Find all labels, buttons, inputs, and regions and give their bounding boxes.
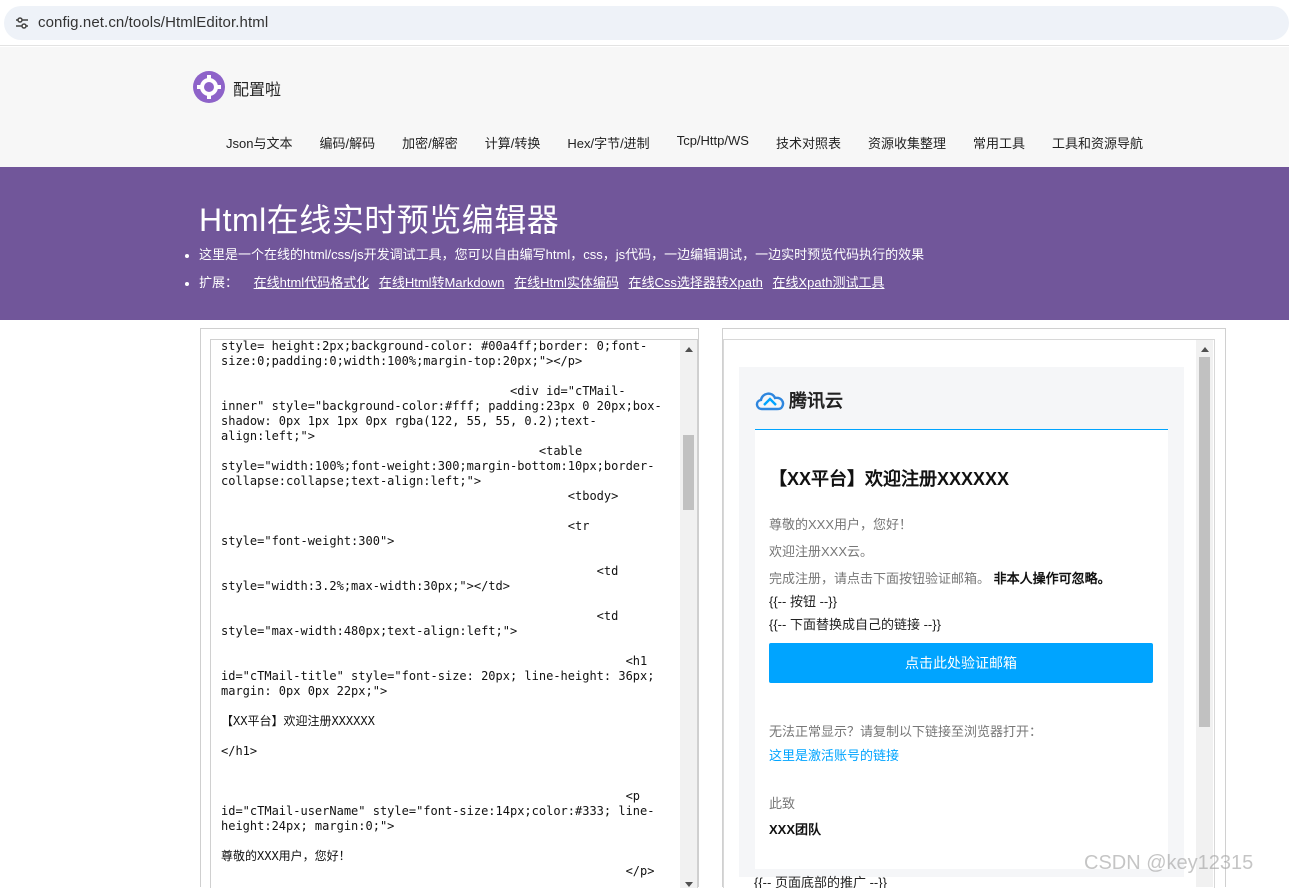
extensions-label: 扩展： — [199, 275, 239, 290]
mail-instruction-text: 完成注册，请点击下面按钮验证邮箱。 — [769, 571, 991, 586]
nav-item-crypto[interactable]: 加密/解密 — [402, 133, 458, 152]
link-html-entity[interactable]: 在线Html实体编码 — [514, 275, 619, 290]
code-line[interactable] — [221, 699, 671, 714]
activation-link[interactable]: 这里是激活账号的链接 — [769, 745, 899, 764]
code-line[interactable] — [221, 369, 671, 384]
code-line[interactable]: <td — [221, 609, 671, 624]
code-line[interactable]: style="width:3.2%;max-width:30px;"></td> — [221, 579, 671, 594]
code-line[interactable]: <table — [221, 444, 671, 459]
site-logo-text[interactable]: 配置啦 — [233, 76, 281, 100]
code-editor[interactable]: style= height:2px;background-color: #00a… — [210, 339, 698, 888]
code-line[interactable] — [221, 549, 671, 564]
code-line[interactable] — [221, 774, 671, 789]
code-line[interactable] — [221, 729, 671, 744]
code-line[interactable]: <td — [221, 564, 671, 579]
banner-description-text: 这里是一个在线的html/css/js开发调试工具，您可以自由编写html，cs… — [199, 247, 925, 262]
code-line[interactable]: shadow: 0px 1px 1px 0px rgba(122, 55, 55… — [221, 414, 671, 429]
preview-frame: 腾讯云 【XX平台】欢迎注册XXXXXX 尊敬的XXX用户，您好！ 欢迎注册XX… — [723, 339, 1215, 888]
nav-item-calc[interactable]: 计算/转换 — [485, 133, 541, 152]
brand: 腾讯云 — [754, 387, 843, 413]
banner-extensions: 扩展： 在线html代码格式化 在线Html转Markdown 在线Html实体… — [185, 273, 924, 301]
placeholder-link-comment: {{-- 下面替换成自己的链接 --}} — [769, 617, 941, 632]
code-line[interactable] — [221, 594, 671, 609]
code-line[interactable]: </h1> — [221, 744, 671, 759]
nav-item-tools[interactable]: 常用工具 — [973, 133, 1025, 152]
nav-item-directory[interactable]: 工具和资源导航 — [1052, 133, 1143, 152]
preview-scrollbar[interactable] — [1196, 340, 1213, 887]
editor-scroll-thumb[interactable] — [683, 435, 694, 510]
banner-list: 这里是一个在线的html/css/js开发调试工具，您可以自由编写html，cs… — [185, 245, 924, 301]
link-css-to-xpath[interactable]: 在线Css选择器转Xpath — [628, 275, 762, 290]
code-line[interactable]: style="width:100%;font-weight:300;margin… — [221, 459, 671, 474]
code-line[interactable]: inner" style="background-color:#fff; pad… — [221, 399, 671, 414]
code-line[interactable]: <h1 — [221, 654, 671, 669]
mail-greeting: 尊敬的XXX用户，您好！ — [769, 517, 913, 532]
code-line[interactable]: <tr — [221, 519, 671, 534]
code-line[interactable]: </p> — [221, 864, 671, 879]
editor-scrollbar[interactable] — [680, 340, 697, 888]
code-line[interactable]: height:24px; margin:0;"> — [221, 819, 671, 834]
page-banner: Html在线实时预览编辑器 这里是一个在线的html/css/js开发调试工具，… — [0, 167, 1289, 320]
code-line[interactable]: <div id="cTMail- — [221, 384, 671, 399]
code-line[interactable]: style="font-weight:300"> — [221, 534, 671, 549]
page-title: Html在线实时预览编辑器 — [199, 202, 560, 238]
placeholder-button-comment: {{-- 按钮 --}} — [769, 594, 837, 609]
nav-item-json[interactable]: Json与文本 — [226, 133, 292, 152]
code-line[interactable]: align:left;"> — [221, 429, 671, 444]
gear-logo-icon[interactable] — [193, 71, 225, 103]
preview-panel: 腾讯云 【XX平台】欢迎注册XXXXXX 尊敬的XXX用户，您好！ 欢迎注册XX… — [722, 328, 1226, 888]
browser-address-bar: config.net.cn/tools/HtmlEditor.html — [0, 0, 1289, 46]
code-line[interactable] — [221, 834, 671, 849]
mail-title: 【XX平台】欢迎注册XXXXXX — [769, 469, 1010, 489]
nav-item-hex[interactable]: Hex/字节/进制 — [567, 133, 649, 152]
code-line[interactable]: style="max-width:480px;text-align:left;"… — [221, 624, 671, 639]
code-line[interactable]: margin: 0px 0px 22px;"> — [221, 684, 671, 699]
code-line[interactable] — [221, 759, 671, 774]
nav-item-encode[interactable]: 编码/解码 — [319, 133, 375, 152]
mail-instruction: 完成注册，请点击下面按钮验证邮箱。 非本人操作可忽略。 — [769, 568, 1111, 587]
mail-team: XXX团队 — [769, 822, 822, 837]
code-line[interactable]: <tbody> — [221, 489, 671, 504]
code-text[interactable]: style= height:2px;background-color: #00a… — [221, 340, 671, 888]
mail-regards: 此致 — [769, 796, 796, 811]
nav-item-resources[interactable]: 资源收集整理 — [868, 133, 946, 152]
verify-email-button[interactable]: 点击此处验证邮箱 — [769, 643, 1153, 683]
link-xpath-test[interactable]: 在线Xpath测试工具 — [772, 275, 884, 290]
mail-welcome: 欢迎注册XXX云。 — [769, 544, 874, 559]
code-line[interactable]: style= height:2px;background-color: #00a… — [221, 340, 671, 354]
fallback-text: 无法正常显示？请复制以下链接至浏览器打开： — [769, 724, 1043, 739]
mail-instruction-bold: 非本人操作可忽略。 — [993, 571, 1111, 586]
editor-panel: style= height:2px;background-color: #00a… — [200, 328, 699, 888]
link-html-format[interactable]: 在线html代码格式化 — [254, 275, 370, 290]
site-header: 配置啦 Json与文本 编码/解码 加密/解密 计算/转换 Hex/字节/进制 … — [0, 47, 1289, 167]
preview-scroll-thumb[interactable] — [1199, 357, 1210, 727]
footer-placeholder: {{-- 页面底部的推广 --}} — [754, 875, 887, 888]
preview-scroll-up-icon[interactable] — [1201, 347, 1209, 352]
code-line[interactable]: id="cTMail-title" style="font-size: 20px… — [221, 669, 671, 684]
nav-item-tcp[interactable]: Tcp/Http/WS — [677, 133, 749, 152]
code-line[interactable]: 尊敬的XXX用户，您好！ — [221, 849, 671, 864]
code-line[interactable] — [221, 504, 671, 519]
tune-icon[interactable] — [14, 15, 30, 31]
url-text[interactable]: config.net.cn/tools/HtmlEditor.html — [38, 14, 268, 31]
code-line[interactable]: id="cTMail-userName" style="font-size:14… — [221, 804, 671, 819]
tencent-cloud-logo-icon — [755, 392, 785, 411]
brand-name: 腾讯云 — [789, 391, 843, 411]
main-nav: Json与文本 编码/解码 加密/解密 计算/转换 Hex/字节/进制 Tcp/… — [226, 133, 1170, 152]
nav-item-tech-table[interactable]: 技术对照表 — [776, 133, 841, 152]
banner-description: 这里是一个在线的html/css/js开发调试工具，您可以自由编写html，cs… — [185, 245, 924, 273]
code-line[interactable]: 【XX平台】欢迎注册XXXXXX — [221, 714, 671, 729]
code-line[interactable] — [221, 639, 671, 654]
url-bar[interactable]: config.net.cn/tools/HtmlEditor.html — [4, 6, 1289, 40]
link-html-to-markdown[interactable]: 在线Html转Markdown — [379, 275, 505, 290]
scroll-up-icon[interactable] — [685, 347, 693, 352]
code-line[interactable]: <p — [221, 789, 671, 804]
code-line[interactable]: collapse:collapse;text-align:left;"> — [221, 474, 671, 489]
code-line[interactable]: size:0;padding:0;width:100%;margin-top:2… — [221, 354, 671, 369]
scroll-down-icon[interactable] — [685, 882, 693, 887]
csdn-watermark: CSDN @key12315 — [1084, 852, 1254, 874]
